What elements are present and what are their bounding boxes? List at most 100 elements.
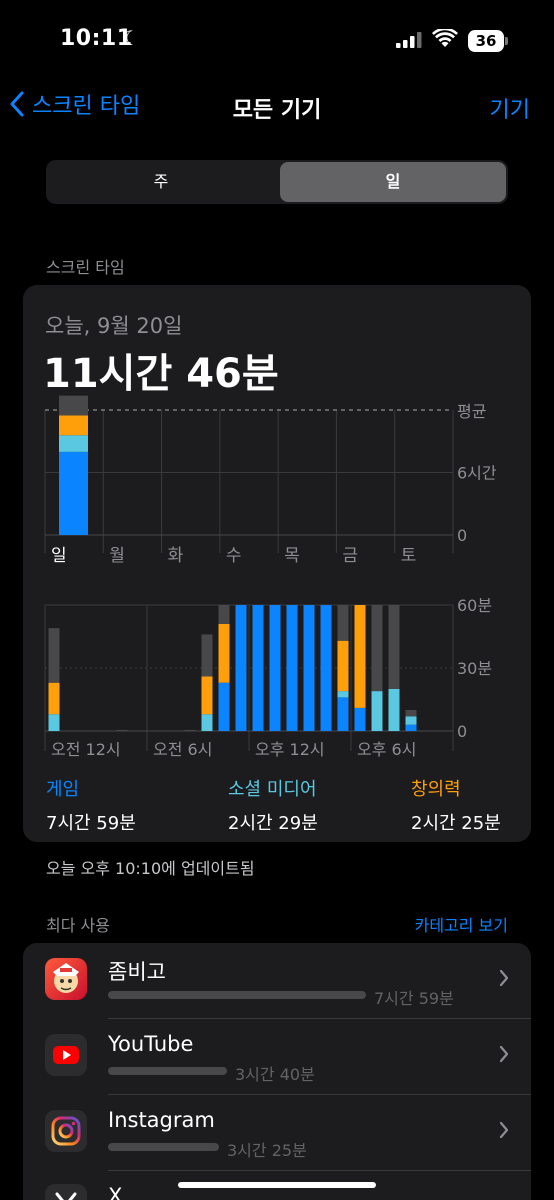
usage-charts: 평균 6시간 0 일 월 화 수 목 금 토 60분 30분 0 오전 12시 오전 6시 오후 12시 오후 … [44, 395, 497, 759]
chevron-right-icon [499, 969, 509, 987]
status-bar: 10:11 ☾ 36 [0, 0, 554, 80]
most-used-list: 좀비고 7시간 59분 YouTube 3시간 40분 Instagram 3시… [23, 943, 531, 1200]
weekday-label: 화 [168, 546, 184, 566]
updated-text: 오늘 오후 10:10에 업데이트됨 [46, 859, 255, 878]
weekly-bar-segment [59, 415, 88, 436]
app-usage-time: 3시간 25분 [227, 1141, 307, 1160]
zombie-game-icon [45, 958, 87, 1000]
app-name: X [108, 1184, 123, 1200]
legend-game: 게임 7시간 59분 [46, 775, 136, 835]
app-usage-bar [108, 1143, 219, 1151]
screen-time-card[interactable]: 오늘, 9월 20일 11시간 46분 평균 6시간 0 일 월 화 수 목 금 토 60분 30분 0… [23, 285, 531, 842]
hourly-y-tick: 60분 [457, 596, 492, 615]
hourly-bar-segment [218, 682, 230, 731]
weekday-label: 목 [284, 546, 300, 566]
hourly-bar-segment [405, 724, 417, 731]
hourly-bar-segment [116, 729, 128, 731]
app-row[interactable]: YouTube 3시간 40분 [23, 1019, 531, 1095]
period-segmented-control: 주 일 [46, 160, 508, 204]
youtube-icon [45, 1034, 87, 1076]
show-categories-link[interactable]: 카테고리 보기 [415, 912, 508, 936]
hourly-bar-segment [337, 640, 349, 692]
hourly-bar-segment [48, 628, 60, 683]
app-usage-time: 7시간 59분 [374, 989, 454, 1008]
hourly-bar-segment [371, 691, 383, 731]
app-name: 좀비고 [108, 960, 166, 984]
hourly-bar-segment [337, 691, 349, 698]
hourly-y-tick: 30분 [457, 659, 492, 678]
hour-label: 오후 12시 [255, 740, 325, 759]
weekday-label: 월 [109, 546, 125, 566]
hourly-bar-segment [405, 710, 417, 717]
hourly-bar-segment [184, 729, 196, 731]
hourly-bar-segment [201, 714, 213, 731]
app-row[interactable]: Instagram 3시간 25분 [23, 1095, 531, 1171]
wifi-icon [432, 29, 458, 47]
app-row[interactable]: 좀비고 7시간 59분 [23, 943, 531, 1019]
hourly-bar-segment [354, 605, 366, 708]
home-indicator[interactable] [178, 1182, 376, 1188]
weekday-label: 수 [226, 546, 242, 566]
weekday-label: 일 [51, 546, 67, 566]
hour-label: 오전 6시 [153, 740, 212, 759]
chevron-right-icon [499, 1045, 509, 1063]
hourly-y-tick: 0 [457, 722, 467, 741]
legend-game-value: 7시간 59분 [46, 813, 136, 834]
hourly-bar-segment [388, 689, 400, 731]
hourly-bar-segment [218, 605, 230, 624]
legend-social-name: 소셜 미디어 [228, 779, 317, 800]
chevron-right-icon [499, 1121, 509, 1139]
page-title: 모든 기기 [232, 98, 322, 123]
app-usage-bar [108, 1067, 227, 1075]
hourly-bar-segment [388, 605, 400, 689]
hourly-bar-segment [235, 605, 247, 731]
weekly-bar-segment [59, 435, 88, 452]
weekly-bar-segment [59, 395, 88, 416]
hourly-bar-segment [48, 682, 60, 715]
legend-creativity: 창의력 2시간 25분 [411, 775, 501, 835]
hourly-bar-segment [286, 605, 298, 731]
weekday-label: 토 [401, 546, 417, 566]
hourly-bar-segment [405, 716, 417, 725]
instagram-icon [45, 1110, 87, 1152]
hourly-bar-segment [269, 605, 281, 731]
battery-icon: 36 [468, 30, 508, 52]
app-name: YouTube [108, 1032, 194, 1056]
hourly-bar-segment [201, 634, 213, 677]
segment-day[interactable]: 일 [280, 162, 506, 202]
x-icon [45, 1184, 87, 1200]
weekly-y-tick: 0 [457, 526, 467, 545]
legend-creativity-value: 2시간 25분 [411, 813, 501, 834]
hourly-bar-segment [371, 605, 383, 692]
hourly-bar-segment [201, 676, 213, 715]
hourly-bar-segment [354, 707, 366, 731]
most-used-label: 최다 사용 [46, 916, 110, 935]
average-label: 평균 [457, 402, 486, 421]
app-name: Instagram [108, 1108, 215, 1132]
hourly-bar-segment [337, 605, 349, 641]
cellular-signal-icon [396, 32, 422, 48]
battery-level: 36 [468, 30, 504, 52]
hour-label: 오전 12시 [51, 740, 121, 759]
app-usage-time: 3시간 40분 [235, 1065, 315, 1084]
legend-social-value: 2시간 29분 [228, 813, 318, 834]
screen-time-section-label: 스크린 타임 [46, 258, 125, 277]
moon-icon: ☾ [122, 26, 140, 50]
nav-bar: 스크린 타임 모든 기기 기기 [0, 80, 554, 130]
segment-week[interactable]: 주 [48, 162, 274, 202]
hourly-bar-segment [218, 623, 230, 683]
hourly-bar-segment [337, 697, 349, 731]
hour-label: 오후 6시 [357, 740, 416, 759]
weekday-label: 금 [342, 546, 358, 566]
legend-social: 소셜 미디어 2시간 29분 [228, 775, 318, 835]
app-usage-bar [108, 991, 366, 999]
hourly-bar-segment [320, 605, 332, 731]
hourly-bar-segment [252, 605, 264, 731]
hourly-bar-segment [48, 714, 60, 731]
weekly-bar-segment [59, 451, 88, 535]
weekly-y-tick: 6시간 [457, 464, 497, 483]
legend-creativity-name: 창의력 [411, 779, 461, 800]
legend-game-name: 게임 [46, 779, 80, 800]
devices-button[interactable]: 기기 [490, 92, 530, 124]
hourly-bar-segment [303, 605, 315, 731]
